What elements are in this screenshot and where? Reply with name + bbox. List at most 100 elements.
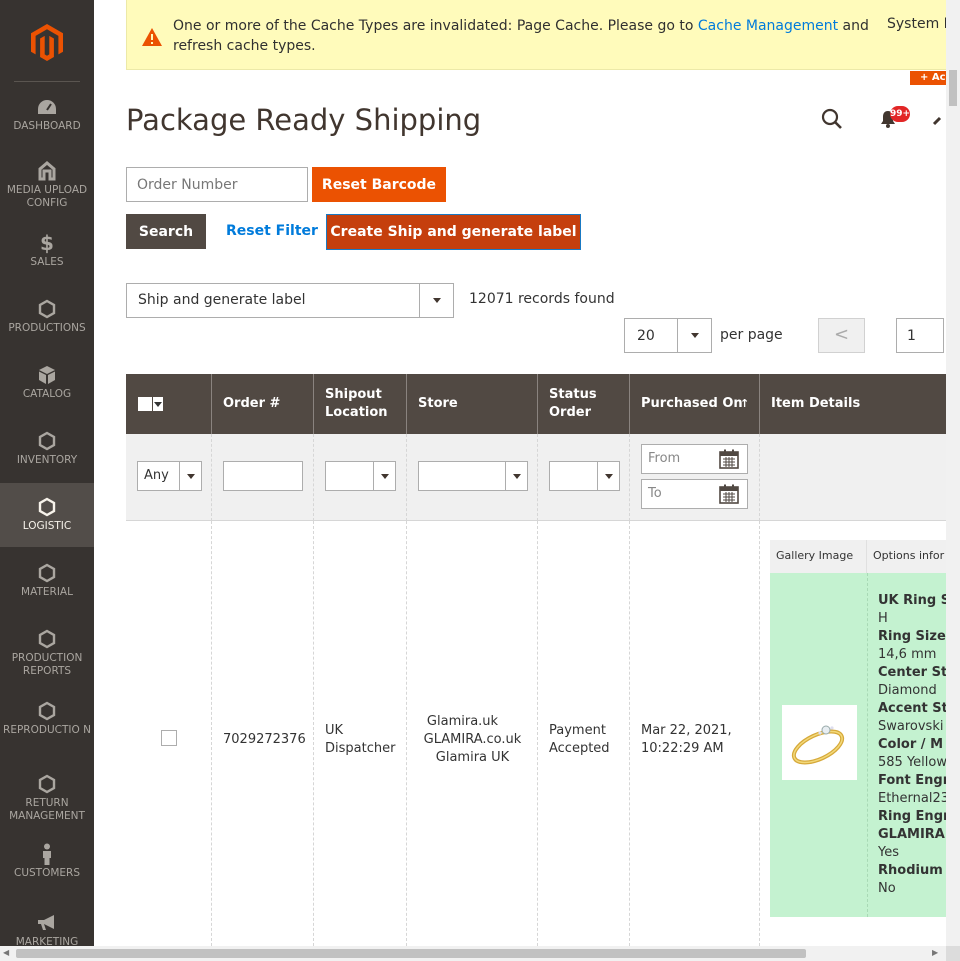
filter-cell-store — [407, 434, 538, 521]
option-value: 585 Yellow — [878, 755, 946, 770]
user-icon[interactable] — [932, 112, 946, 126]
page-number-input[interactable] — [896, 318, 944, 353]
scroll-left-arrow-icon[interactable]: ◀ — [3, 948, 9, 957]
order-filter-input[interactable] — [223, 461, 303, 491]
column-order[interactable]: Order # — [212, 374, 314, 434]
any-filter-select[interactable]: Any — [137, 461, 202, 491]
sidebar-item-label: CATALOG — [22, 388, 72, 400]
sidebar-item-sales[interactable]: $ SALES — [0, 232, 94, 274]
option-value: Swarovski — [878, 719, 944, 734]
dollar-icon: $ — [40, 231, 54, 255]
hexagon-icon — [38, 299, 56, 319]
horizontal-scrollbar[interactable]: ◀ ▶ — [0, 946, 960, 961]
logo-divider — [14, 81, 80, 82]
system-notice: One or more of the Cache Types are inval… — [126, 0, 946, 70]
mass-action-select[interactable]: Ship and generate label — [126, 283, 454, 318]
sidebar-item-reproduction[interactable]: REPRODUCTIO N — [0, 700, 94, 754]
sidebar-item-label: CUSTOMERS — [13, 867, 80, 879]
status-filter-select[interactable] — [549, 461, 620, 491]
filter-cell-location — [314, 434, 407, 521]
mass-action-arrow — [419, 284, 453, 317]
add-button[interactable]: + Ac — [910, 71, 946, 85]
system-messages-link[interactable]: System M — [887, 16, 946, 32]
reset-barcode-button[interactable]: Reset Barcode — [312, 167, 446, 202]
item-details-divider — [867, 573, 868, 917]
page-title: Package Ready Shipping — [126, 103, 482, 137]
calendar-icon[interactable] — [719, 449, 739, 469]
sidebar-item-marketing[interactable]: MARKETING — [0, 912, 94, 946]
scroll-right-arrow-icon[interactable]: ▶ — [932, 948, 938, 957]
horizontal-scroll-thumb[interactable] — [16, 949, 806, 958]
sidebar-item-label: RETURN MANAGEMENT — [9, 797, 85, 822]
sidebar-item-label: SALES — [30, 256, 64, 268]
option-label: GLAMIRA — [878, 827, 945, 842]
product-image[interactable] — [782, 705, 857, 780]
store-view: Glamira UK — [435, 750, 510, 765]
mass-select-header[interactable] — [126, 374, 212, 434]
filter-cell-select: Any — [126, 434, 212, 521]
sidebar-item-label: MARKETING — [15, 936, 79, 946]
sidebar-item-inventory[interactable]: INVENTORY — [0, 430, 94, 472]
order-number-input[interactable] — [126, 167, 308, 202]
cube-icon — [39, 366, 55, 384]
select-all-dropdown[interactable] — [153, 397, 163, 411]
sidebar-item-media-upload-config[interactable]: MEDIA UPLOAD CONFIG — [0, 160, 94, 214]
column-store[interactable]: Store — [407, 374, 538, 434]
per-page-arrow — [677, 319, 711, 352]
previous-page-button[interactable]: < — [818, 318, 865, 353]
column-item-details[interactable]: Item Details — [760, 374, 946, 434]
row-checkbox[interactable] — [161, 730, 177, 746]
table-row[interactable]: 7029272376 UK Dispatcher Glamira.uk GLAM… — [126, 521, 946, 946]
sidebar-item-productions[interactable]: PRODUCTIONS — [0, 298, 94, 340]
vertical-scrollbar[interactable] — [946, 0, 960, 946]
purchased-date: Mar 22, 2021, 10:22:29 AM — [641, 723, 732, 756]
magento-logo[interactable] — [0, 0, 94, 82]
sidebar-item-return-management[interactable]: RETURN MANAGEMENT — [0, 773, 94, 827]
column-status-order[interactable]: Status Order — [538, 374, 630, 434]
store-group: GLAMIRA.co.uk — [423, 732, 522, 747]
sidebar-item-material[interactable]: MATERIAL — [0, 562, 94, 604]
ring-icon — [791, 725, 845, 765]
notifications-button[interactable]: 99+ — [880, 106, 910, 132]
cache-management-link[interactable]: Cache Management — [698, 18, 838, 34]
date-from-input[interactable]: From — [641, 444, 748, 474]
option-label: UK Ring S — [878, 593, 946, 608]
sort-arrow-icon: ↑ — [740, 397, 750, 410]
per-page-select[interactable]: 20 — [624, 318, 712, 353]
vertical-scroll-thumb[interactable] — [949, 70, 957, 106]
cell-store: Glamira.uk GLAMIRA.co.uk Glamira UK — [407, 521, 538, 946]
hexagon-icon — [38, 431, 56, 451]
order-number: 7029272376 — [223, 732, 306, 747]
reset-filter-link[interactable]: Reset Filter — [226, 223, 318, 239]
item-details-table: Gallery Image Options infor UK Ring S H R… — [770, 540, 946, 917]
sidebar-item-logistic[interactable]: LOGISTIC — [0, 483, 94, 547]
option-label: Color / M — [878, 737, 944, 752]
admin-sidebar: DASHBOARD MEDIA UPLOAD CONFIG $ SALES PR… — [0, 0, 94, 946]
calendar-icon[interactable] — [719, 484, 739, 504]
sidebar-item-catalog[interactable]: CATALOG — [0, 364, 94, 406]
sidebar-item-dashboard[interactable]: DASHBOARD — [0, 96, 94, 138]
search-icon[interactable] — [821, 108, 843, 130]
main-content: One or more of the Cache Types are inval… — [94, 0, 946, 946]
sidebar-item-customers[interactable]: CUSTOMERS — [0, 843, 94, 885]
date-to-placeholder: To — [648, 486, 662, 501]
sidebar-item-production-reports[interactable]: PRODUCTION REPORTS — [0, 628, 94, 682]
sidebar-item-label: DASHBOARD — [13, 120, 81, 132]
date-to-input[interactable]: To — [641, 479, 748, 509]
search-button[interactable]: Search — [126, 214, 206, 249]
store-filter-select[interactable] — [418, 461, 528, 491]
select-all-checkbox[interactable] — [138, 397, 152, 411]
store-filter-arrow — [505, 462, 527, 490]
chevron-down-icon — [187, 474, 195, 479]
chevron-down-icon — [381, 474, 389, 479]
column-purchased-on[interactable]: Purchased On ↑ — [630, 374, 760, 434]
location-filter-select[interactable] — [325, 461, 396, 491]
filter-cell-purchased: From To — [630, 434, 760, 521]
warning-icon — [142, 28, 162, 46]
column-purchased-on-label: Purchased On — [641, 396, 743, 411]
column-shipout-location[interactable]: Shipout Location — [314, 374, 407, 434]
option-value: No — [878, 881, 896, 896]
cell-select — [126, 521, 212, 946]
order-status: Payment Accepted — [549, 723, 610, 756]
create-ship-button[interactable]: Create Ship and generate label — [326, 214, 581, 250]
